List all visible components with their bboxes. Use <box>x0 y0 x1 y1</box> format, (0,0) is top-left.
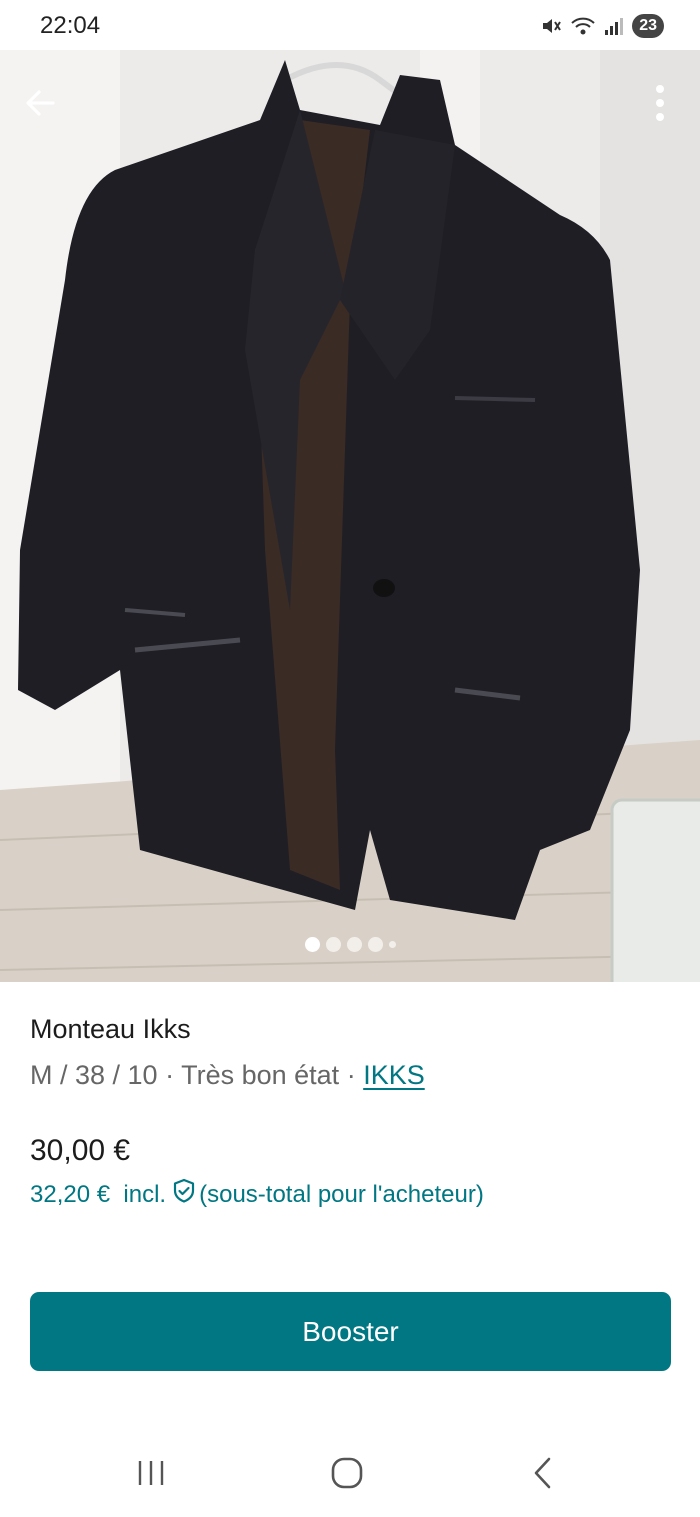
item-price: 30,00 € <box>30 1134 131 1167</box>
more-vertical-icon <box>655 83 665 128</box>
home-button[interactable] <box>317 1450 377 1500</box>
signal-icon <box>604 15 624 37</box>
status-time: 22:04 <box>40 12 101 39</box>
more-options-button[interactable] <box>635 80 685 130</box>
shield-check-icon <box>172 1178 196 1211</box>
brand-link[interactable]: IKKS <box>363 1060 425 1090</box>
system-nav-bar <box>0 1430 700 1517</box>
item-photo[interactable] <box>0 50 700 982</box>
meta-separator: · <box>339 1060 364 1090</box>
recent-apps-button[interactable] <box>121 1450 181 1500</box>
status-bar: 22:04 23 <box>0 0 700 50</box>
item-meta: M / 38 / 10 · Très bon état · IKKS <box>30 1060 425 1091</box>
item-title: Monteau Ikks <box>30 1014 191 1044</box>
wifi-icon <box>570 15 596 37</box>
gallery-dot[interactable] <box>325 937 341 952</box>
gallery-dot[interactable] <box>367 937 383 952</box>
battery-badge: 23 <box>632 14 664 38</box>
gallery-dot[interactable] <box>388 941 396 948</box>
home-icon <box>330 1456 364 1495</box>
back-button[interactable] <box>15 80 65 130</box>
price-incl-note: (sous-total pour l'acheteur) <box>199 1180 484 1208</box>
buyer-protection-price[interactable]: 32,20 € incl. (sous-total pour l'acheteu… <box>30 1178 484 1211</box>
meta-separator: · <box>157 1060 182 1090</box>
gallery-dot-active[interactable] <box>304 937 320 952</box>
status-icons: 23 <box>540 12 664 40</box>
price-incl-label: incl. <box>123 1180 167 1208</box>
booster-button[interactable]: Booster <box>30 1292 671 1371</box>
item-size: M / 38 / 10 <box>30 1060 158 1090</box>
coat-photo-image <box>0 50 700 982</box>
price-incl-amount: 32,20 € <box>30 1180 111 1208</box>
mute-icon <box>540 15 562 37</box>
gallery-dot[interactable] <box>346 937 362 952</box>
back-arrow-icon <box>23 86 57 125</box>
recent-apps-icon <box>134 1458 168 1493</box>
gallery-pagination <box>0 937 700 952</box>
system-back-button[interactable] <box>513 1450 573 1500</box>
chevron-left-icon <box>531 1456 555 1495</box>
item-condition: Très bon état <box>181 1060 340 1090</box>
